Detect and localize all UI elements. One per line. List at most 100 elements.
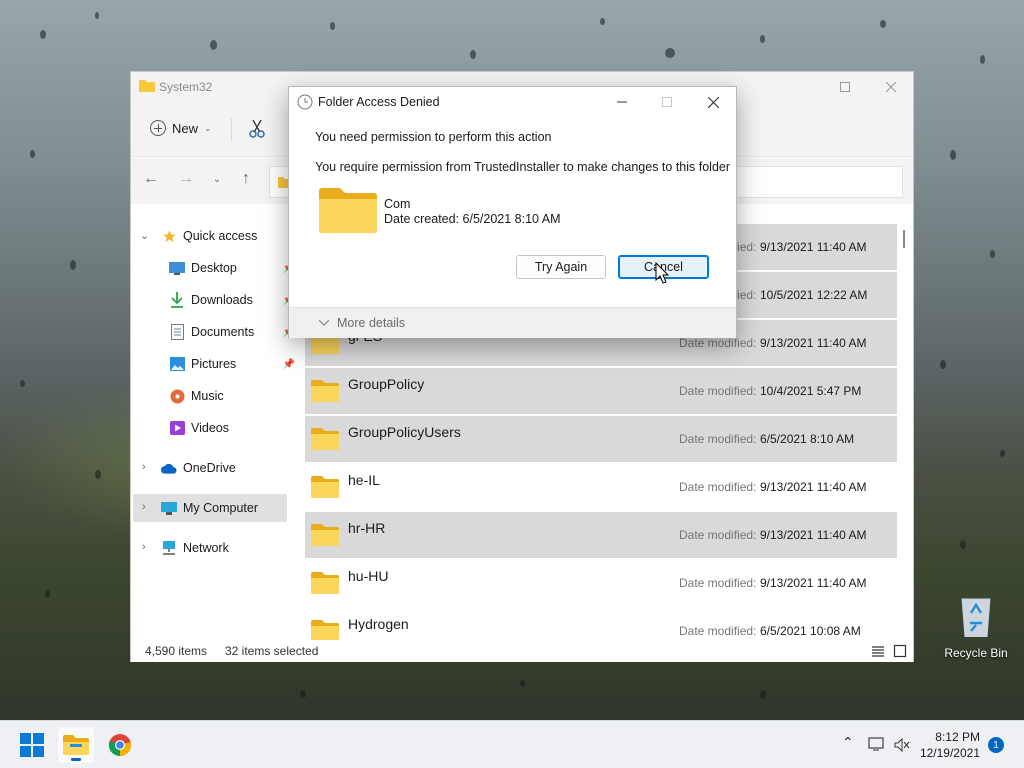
close-button[interactable] bbox=[868, 72, 914, 102]
folder-icon bbox=[311, 620, 339, 641]
start-button[interactable] bbox=[14, 727, 50, 763]
clock-time: 8:12 PM bbox=[935, 730, 980, 744]
vertical-scrollbar[interactable] bbox=[903, 212, 907, 642]
desktop-icon bbox=[169, 260, 185, 276]
date-modified-value: 9/13/2021 11:40 AM bbox=[760, 240, 867, 254]
folder-date-created: Date created: 6/5/2021 8:10 AM bbox=[384, 212, 561, 226]
date-modified-label: Date modified: bbox=[679, 480, 757, 494]
star-icon bbox=[161, 228, 177, 244]
recycle-bin-icon bbox=[961, 598, 991, 638]
taskbar-chrome[interactable] bbox=[102, 727, 138, 763]
date-modified-value: 9/13/2021 11:40 AM bbox=[760, 480, 867, 494]
forward-button[interactable]: → bbox=[175, 168, 197, 190]
sidebar-item-label: Music bbox=[191, 389, 224, 403]
sidebar-item-quick-access[interactable]: Quick access bbox=[161, 222, 291, 250]
taskbar-file-explorer[interactable] bbox=[58, 727, 94, 763]
file-explorer-icon bbox=[63, 735, 89, 755]
date-modified-value: 9/13/2021 11:40 AM bbox=[760, 336, 867, 350]
sidebar-item-label: Network bbox=[183, 541, 229, 555]
file-row[interactable]: hu-HU Date modified: 9/13/2021 11:40 AM bbox=[305, 560, 897, 607]
close-button[interactable] bbox=[690, 87, 736, 117]
folder-icon bbox=[319, 188, 377, 233]
close-icon bbox=[707, 96, 719, 108]
computer-icon bbox=[161, 500, 177, 516]
sidebar-item-videos[interactable]: Videos bbox=[169, 414, 279, 442]
file-row[interactable]: Hydrogen Date modified: 6/5/2021 10:08 AM bbox=[305, 608, 897, 641]
recent-locations-button[interactable]: ⌄ bbox=[206, 168, 228, 190]
chevron-right-icon[interactable]: › bbox=[142, 501, 146, 513]
more-details-label: More details bbox=[337, 316, 406, 330]
music-icon bbox=[169, 388, 185, 404]
videos-icon bbox=[169, 420, 185, 436]
folder-name: Com bbox=[384, 197, 411, 211]
sidebar-item-label: OneDrive bbox=[183, 461, 236, 475]
dialog-titlebar[interactable]: Folder Access Denied bbox=[289, 87, 736, 117]
chevron-down-icon: ⌄ bbox=[204, 122, 212, 133]
onedrive-icon bbox=[161, 460, 177, 476]
window-title: System32 bbox=[159, 80, 213, 94]
folder-icon bbox=[311, 428, 339, 450]
maximize-button[interactable] bbox=[822, 72, 868, 102]
file-name: hu-HU bbox=[348, 568, 389, 584]
notification-badge[interactable]: 1 bbox=[988, 737, 1004, 753]
toolbar-divider bbox=[231, 118, 232, 140]
sidebar-item-desktop[interactable]: Desktop 📌 bbox=[169, 254, 295, 282]
more-details-toggle[interactable]: More details bbox=[319, 316, 405, 330]
date-modified-label: Date modified: bbox=[679, 336, 757, 350]
sidebar-item-network[interactable]: Network bbox=[161, 534, 291, 562]
cut-icon[interactable] bbox=[248, 119, 266, 139]
file-row[interactable]: GroupPolicy Date modified: 10/4/2021 5:47 … bbox=[305, 368, 897, 415]
chevron-down-icon bbox=[319, 320, 329, 326]
chrome-icon bbox=[108, 734, 131, 757]
new-label: New bbox=[172, 120, 199, 136]
recycle-bin-desktop-icon[interactable]: Recycle Bin bbox=[940, 595, 1012, 660]
date-modified-value: 9/13/2021 11:40 AM bbox=[760, 528, 867, 542]
dialog-detail-message: You require permission from TrustedInsta… bbox=[315, 160, 731, 174]
dialog-footer: More details bbox=[289, 307, 736, 338]
sidebar-item-documents[interactable]: Documents 📌 bbox=[169, 318, 295, 346]
back-button[interactable]: ← bbox=[140, 168, 162, 190]
scrollbar-thumb[interactable] bbox=[903, 230, 905, 248]
downloads-icon bbox=[169, 292, 185, 308]
file-row[interactable]: he-IL Date modified: 9/13/2021 11:40 AM bbox=[305, 464, 897, 511]
minimize-button[interactable] bbox=[599, 87, 645, 117]
folder-icon bbox=[311, 380, 339, 402]
selected-count: 32 items selected bbox=[225, 644, 319, 658]
file-name: GroupPolicy bbox=[348, 376, 425, 392]
chevron-right-icon[interactable]: › bbox=[142, 541, 146, 553]
pin-icon[interactable]: 📌 bbox=[283, 359, 295, 370]
volume-muted-icon[interactable] bbox=[894, 738, 910, 752]
network-icon bbox=[161, 540, 177, 556]
maximize-button bbox=[644, 87, 690, 117]
date-modified-value: 9/13/2021 11:40 AM bbox=[760, 203, 867, 206]
file-name: GroupPolicyUsers bbox=[348, 424, 461, 440]
sidebar-item-music[interactable]: Music bbox=[169, 382, 279, 410]
details-view-icon[interactable] bbox=[871, 644, 885, 658]
show-hidden-icons-chevron-up-icon[interactable]: ⌃ bbox=[842, 734, 854, 751]
sidebar-item-downloads[interactable]: Downloads 📌 bbox=[169, 286, 295, 314]
file-row[interactable]: GroupPolicyUsers Date modified: 6/5/2021 8… bbox=[305, 416, 897, 463]
tiles-view-icon[interactable] bbox=[893, 644, 907, 658]
date-modified-label: Date modified: bbox=[679, 528, 757, 542]
up-button[interactable]: ↑ bbox=[235, 168, 257, 190]
sidebar-item-label: Downloads bbox=[191, 293, 253, 307]
try-again-button[interactable]: Try Again bbox=[516, 255, 606, 279]
file-name: hr-HR bbox=[348, 520, 386, 536]
sidebar-item-my-computer[interactable]: My Computer bbox=[133, 494, 287, 522]
new-button[interactable]: New ⌄ bbox=[150, 120, 212, 136]
folder-icon bbox=[311, 524, 339, 546]
sidebar-item-pictures[interactable]: Pictures 📌 bbox=[169, 350, 295, 378]
dialog-message: You need permission to perform this acti… bbox=[315, 130, 552, 144]
system-clock[interactable]: 8:12 PM 12/19/2021 bbox=[918, 729, 980, 761]
sidebar-item-label: Pictures bbox=[191, 357, 237, 371]
network-icon[interactable] bbox=[868, 737, 886, 751]
file-row[interactable]: hr-HR Date modified: 9/13/2021 11:40 AM bbox=[305, 512, 897, 559]
date-modified-value: 10/5/2021 12:22 AM bbox=[760, 288, 868, 302]
chevron-right-icon[interactable]: › bbox=[142, 461, 146, 473]
arrow-right-icon: → bbox=[178, 170, 194, 187]
minimize-icon bbox=[617, 101, 627, 103]
chevron-down-icon[interactable]: ⌄ bbox=[140, 229, 149, 242]
sidebar-item-onedrive[interactable]: OneDrive bbox=[161, 454, 291, 482]
arrow-up-icon: ↑ bbox=[242, 170, 250, 187]
folder-icon bbox=[311, 476, 339, 498]
